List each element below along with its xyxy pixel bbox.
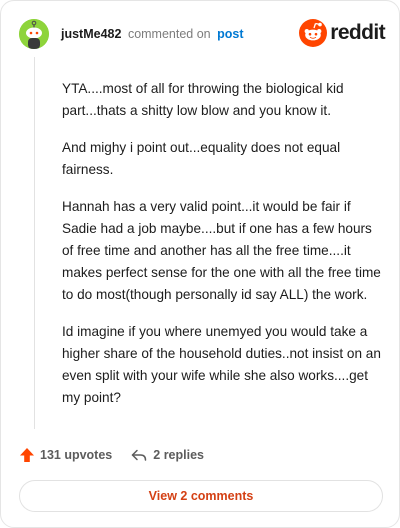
replies-button[interactable]: 2 replies	[130, 447, 204, 463]
reply-arrow-icon	[132, 449, 147, 461]
reddit-logo-icon	[299, 19, 328, 47]
post-link[interactable]: post	[217, 27, 243, 41]
username-link[interactable]: justMe482	[61, 27, 121, 41]
replies-count: 2 replies	[153, 448, 204, 462]
upvote-button[interactable]: 131 upvotes	[19, 447, 112, 463]
commented-on-text: commented on	[127, 27, 211, 41]
comment-paragraph: And mighy i point out...equality does no…	[62, 140, 341, 177]
view-comments-button[interactable]: View 2 comments	[19, 480, 383, 512]
comment-card: justMe482 commented on post reddit YTA..…	[0, 0, 400, 528]
comment-actions: 131 upvotes 2 replies	[19, 444, 204, 466]
snoo-avatar-icon[interactable]	[19, 19, 49, 49]
comment-paragraph: YTA....most of all for throwing the biol…	[62, 81, 344, 118]
reddit-wordmark: reddit	[330, 21, 385, 44]
view-comments-label: View 2 comments	[148, 489, 254, 503]
comment-meta: justMe482 commented on post	[61, 27, 244, 41]
upvote-count: 131 upvotes	[40, 448, 113, 462]
comment-header: justMe482 commented on post reddit	[19, 19, 386, 49]
comment-paragraph: Id imagine if you where unemyed you woul…	[62, 324, 381, 405]
thread-line[interactable]	[34, 57, 35, 429]
reddit-brand[interactable]: reddit	[299, 19, 386, 47]
upvote-arrow-icon	[20, 448, 34, 462]
comment-body: YTA....most of all for throwing the biol…	[62, 78, 384, 424]
comment-paragraph: Hannah has a very valid point...it would…	[62, 199, 381, 302]
